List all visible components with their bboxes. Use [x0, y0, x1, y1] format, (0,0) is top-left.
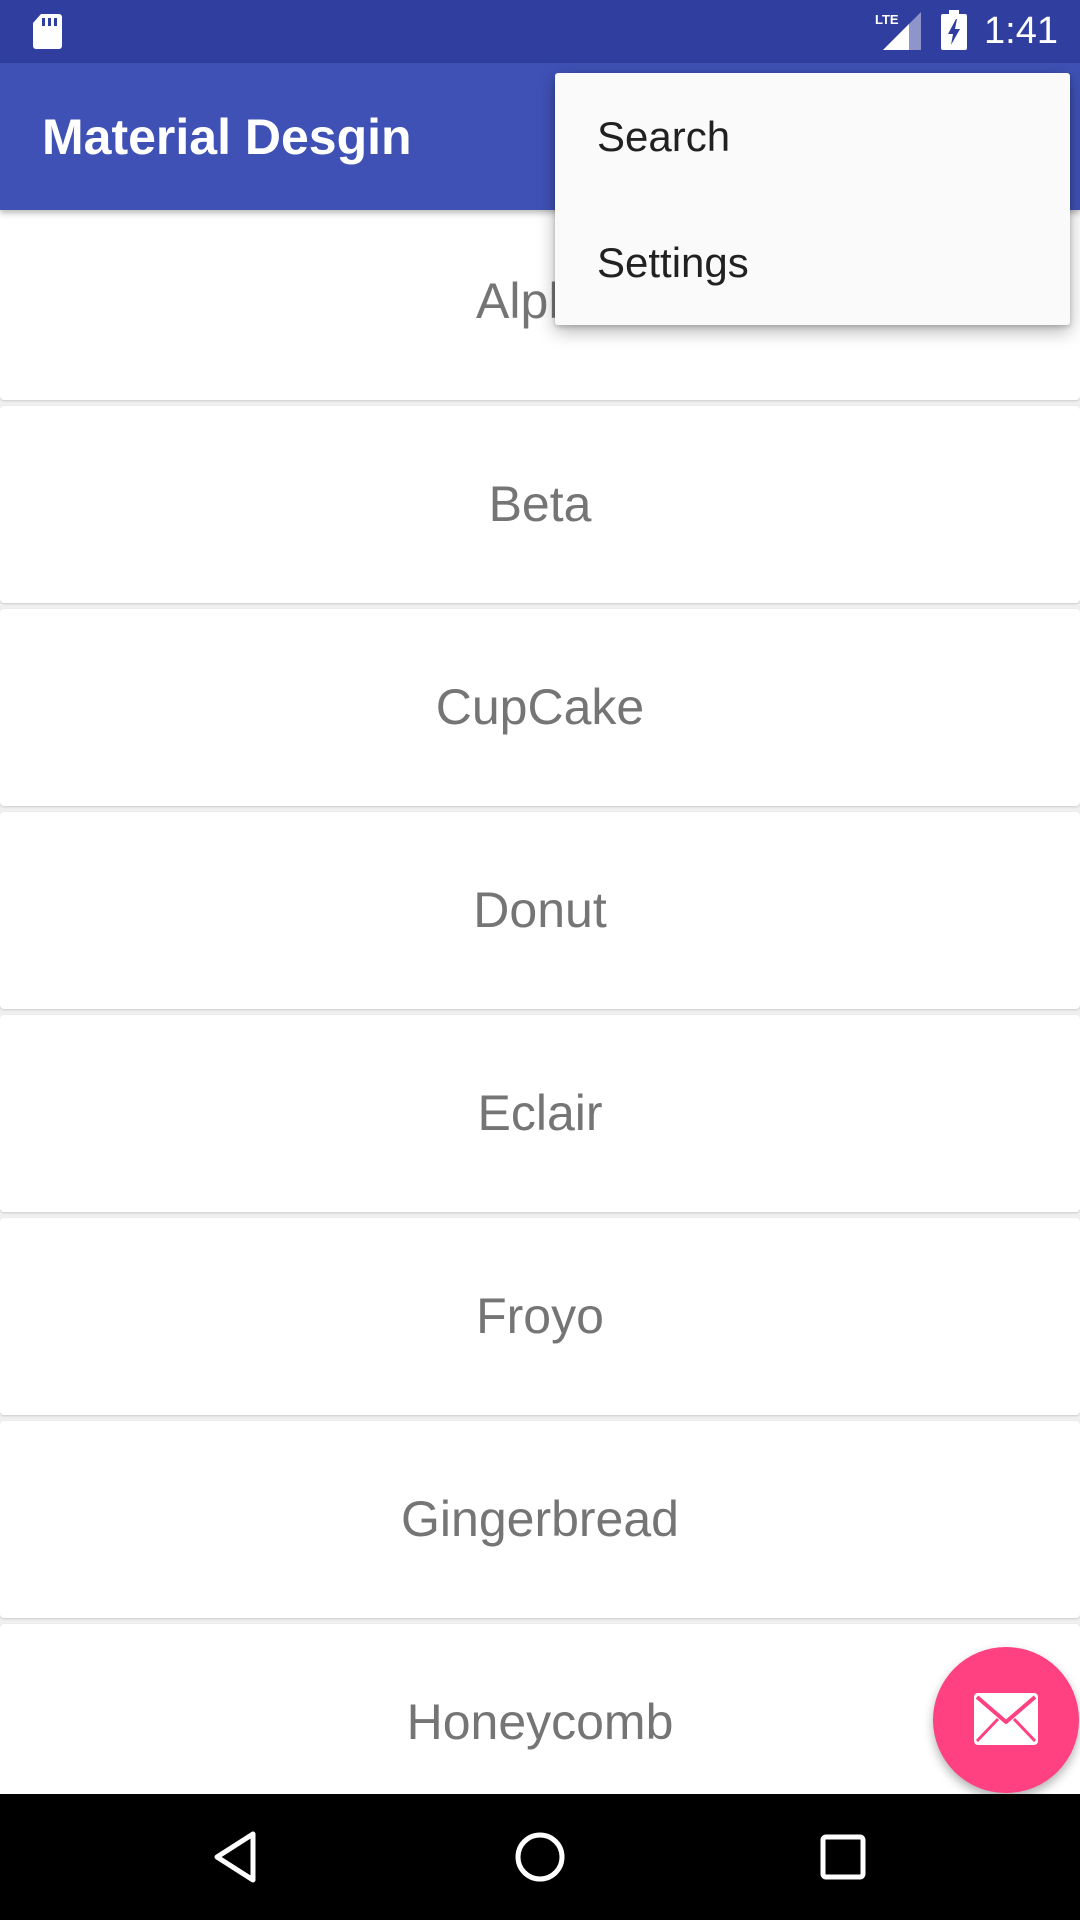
- list-item[interactable]: Gingerbread: [0, 1421, 1080, 1618]
- list-item[interactable]: Froyo: [0, 1218, 1080, 1415]
- app-title: Material Desgin: [42, 109, 412, 165]
- svg-text:LTE: LTE: [875, 12, 899, 27]
- list-item-label: Honeycomb: [406, 1694, 674, 1750]
- home-icon[interactable]: [510, 1827, 570, 1887]
- list-item-label: Donut: [473, 882, 607, 938]
- list-item[interactable]: Beta: [0, 406, 1080, 603]
- status-clock: 1:41: [984, 10, 1058, 52]
- list-item[interactable]: CupCake: [0, 609, 1080, 806]
- recents-icon[interactable]: [813, 1827, 873, 1887]
- list-item[interactable]: Honeycomb: [0, 1624, 1080, 1794]
- menu-item-search[interactable]: Search: [555, 73, 1070, 199]
- list-item-label: CupCake: [435, 679, 645, 735]
- overflow-menu: Search Settings: [555, 73, 1070, 325]
- mail-icon: [974, 1693, 1038, 1745]
- sd-card-icon: [33, 14, 62, 49]
- list-item-label: Beta: [488, 476, 592, 532]
- list-item-label: Eclair: [477, 1085, 603, 1141]
- menu-item-label: Settings: [597, 239, 749, 286]
- battery-charging-icon: [941, 10, 967, 50]
- lte-signal-icon: LTE: [875, 12, 921, 50]
- card-list[interactable]: Alpha Beta CupCake Donut Eclair Froyo Gi…: [0, 210, 1080, 1794]
- list-item[interactable]: Donut: [0, 812, 1080, 1009]
- compose-fab-button[interactable]: [933, 1647, 1079, 1793]
- back-icon[interactable]: [207, 1827, 267, 1887]
- list-item-label: Gingerbread: [401, 1491, 679, 1547]
- status-bar: LTE 1:41: [0, 0, 1080, 63]
- menu-item-settings[interactable]: Settings: [555, 199, 1070, 325]
- list-item-label: Froyo: [476, 1288, 604, 1344]
- navigation-bar: [0, 1794, 1080, 1920]
- screen: LTE 1:41 Material Desgin Alpha Beta CupC…: [0, 0, 1080, 1920]
- menu-item-label: Search: [597, 113, 731, 160]
- list-item[interactable]: Eclair: [0, 1015, 1080, 1212]
